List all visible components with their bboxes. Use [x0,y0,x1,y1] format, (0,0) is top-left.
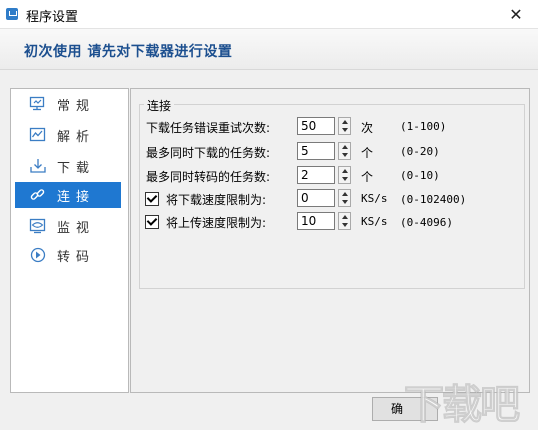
sidebar-item-label: 下载 [57,160,96,176]
sidebar-item-parse[interactable]: 解析 [15,122,121,148]
sidebar-item-label: 转码 [57,249,96,265]
max-transcode-input[interactable] [297,166,335,184]
eye-monitor-icon [29,217,47,235]
sidebar-item-connection[interactable]: 连接 [15,182,121,208]
upload-limit-label: 将上传速度限制为: [166,216,267,230]
spin-up-icon[interactable] [339,167,350,175]
sidebar-item-monitor[interactable]: 监视 [15,213,121,239]
convert-icon [29,246,47,264]
retry-count-spinner[interactable] [338,117,351,135]
app-icon [6,8,18,20]
close-button[interactable]: ✕ [494,0,538,28]
spin-down-icon[interactable] [339,221,350,229]
max-transcode-range: (0-10) [400,169,440,182]
sidebar-item-label: 连接 [57,189,96,205]
max-downloads-spinner[interactable] [338,142,351,160]
spin-up-icon[interactable] [339,118,350,126]
upload-limit-input[interactable] [297,212,335,230]
max-downloads-label: 最多同时下载的任务数: [146,146,271,160]
sidebar-item-label: 解析 [57,129,96,145]
setup-banner: 初次使用 请先对下载器进行设置 [0,29,538,70]
spin-up-icon[interactable] [339,213,350,221]
sidebar-item-transcode[interactable]: 转码 [15,242,121,268]
spin-up-icon[interactable] [339,190,350,198]
retry-count-unit: 次 [361,121,374,135]
sidebar-item-label: 常规 [57,98,96,114]
max-transcode-unit: 个 [361,170,374,184]
download-limit-range: (0-102400) [400,193,467,206]
spin-up-icon[interactable] [339,143,350,151]
banner-text: 初次使用 请先对下载器进行设置 [24,44,233,60]
connection-group-title: 连接 [144,97,175,114]
download-icon [29,157,47,175]
upload-limit-unit: KS/s [361,215,388,228]
spin-down-icon[interactable] [339,151,350,159]
download-limit-input[interactable] [297,189,335,207]
max-downloads-input[interactable] [297,142,335,160]
chart-icon [29,126,47,144]
retry-count-input[interactable] [297,117,335,135]
watermark-logo: 下载吧 [404,382,521,429]
monitor-icon [29,95,47,113]
spin-down-icon[interactable] [339,126,350,134]
upload-limit-spinner[interactable] [338,212,351,230]
download-limit-unit: KS/s [361,192,388,205]
sidebar-item-general[interactable]: 常规 [15,91,121,117]
sidebar-item-label: 监视 [57,220,96,236]
spin-down-icon[interactable] [339,198,350,206]
spin-down-icon[interactable] [339,175,350,183]
upload-limit-range: (0-4096) [400,216,453,229]
download-limit-spinner[interactable] [338,189,351,207]
upload-limit-checkbox[interactable] [145,215,159,229]
title-bar: 程序设置 ✕ [0,0,538,29]
settings-sidebar: 常规 解析 下载 连接 监视 转码 [10,88,129,393]
download-limit-checkbox[interactable] [145,192,159,206]
link-icon [29,186,47,204]
close-icon: ✕ [509,4,523,24]
download-limit-label: 将下载速度限制为: [166,193,267,207]
window-title: 程序设置 [26,10,79,25]
sidebar-item-download[interactable]: 下载 [15,153,121,179]
max-downloads-unit: 个 [361,146,374,160]
max-transcode-label: 最多同时转码的任务数: [146,170,271,184]
max-downloads-range: (0-20) [400,145,440,158]
retry-count-range: (1-100) [400,120,447,133]
max-transcode-spinner[interactable] [338,166,351,184]
retry-count-label: 下载任务错误重试次数: [146,121,271,135]
